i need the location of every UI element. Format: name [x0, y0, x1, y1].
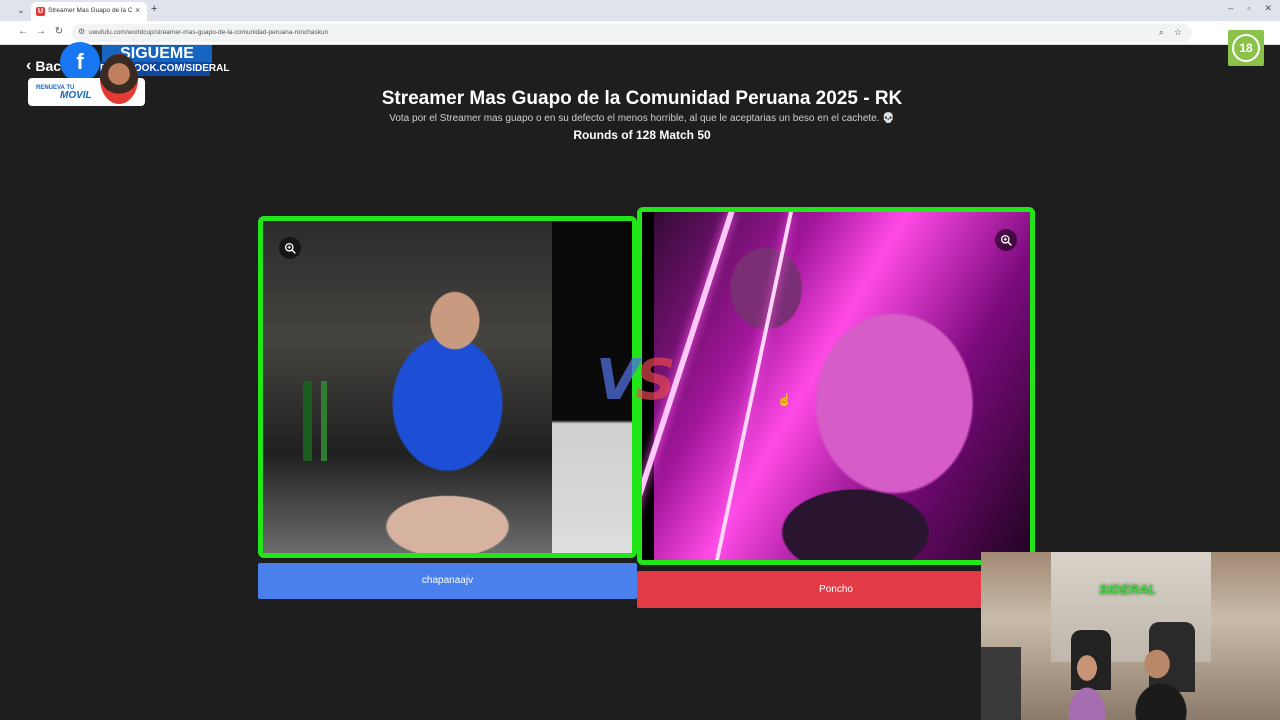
- close-window-icon[interactable]: ✕: [1264, 3, 1272, 14]
- vote-button-left[interactable]: chapanaajv: [258, 563, 637, 599]
- candidate-photo-left[interactable]: [263, 221, 632, 553]
- window-controls: – ▫ ✕: [1228, 3, 1272, 14]
- versus-label: VS: [596, 348, 676, 413]
- url-actions: ⌕ ☆: [1159, 27, 1182, 38]
- photo-neon-light: [715, 212, 793, 560]
- back-arrow-icon[interactable]: ←: [16, 26, 30, 37]
- tab-search-icon[interactable]: ⌄: [14, 4, 28, 17]
- zoom-page-icon[interactable]: ⌕: [1159, 27, 1164, 38]
- age-rating-text: 18: [1232, 34, 1260, 62]
- webcam-overlay: SIDERAL: [981, 552, 1280, 720]
- candidate-card-left[interactable]: [258, 216, 637, 558]
- reload-icon[interactable]: ↻: [52, 26, 66, 37]
- versus-s: S: [635, 348, 675, 413]
- candidate-photo-right[interactable]: [642, 212, 1030, 560]
- tab-close-icon[interactable]: ×: [135, 5, 140, 15]
- tab-title: Streamer Mas Guapo de la Co...: [48, 7, 132, 14]
- url-field[interactable]: ⚙ uwufufu.com/worldcup/streamer-mas-guap…: [72, 24, 1192, 42]
- new-tab-icon[interactable]: +: [151, 3, 157, 15]
- bookmark-star-icon[interactable]: ☆: [1174, 27, 1182, 38]
- webcam-logo: SIDERAL: [1099, 582, 1157, 597]
- page-subtitle: Vota por el Streamer mas guapo o en su d…: [389, 113, 895, 124]
- webcam-door: [981, 647, 1021, 720]
- streamer-person: [1059, 652, 1115, 720]
- zoom-in-icon[interactable]: [279, 237, 301, 259]
- age-rating-badge: 18: [1228, 30, 1264, 66]
- site-info-icon[interactable]: ⚙: [78, 27, 85, 36]
- versus-v: V: [596, 348, 639, 413]
- mouse-cursor-icon: ☝: [777, 393, 792, 407]
- facebook-icon: f: [60, 42, 100, 82]
- url-text[interactable]: uwufufu.com/worldcup/streamer-mas-guapo-…: [89, 29, 328, 36]
- page-title: Streamer Mas Guapo de la Comunidad Perua…: [381, 88, 903, 109]
- vote-button-right[interactable]: Poncho: [637, 571, 1035, 608]
- restore-icon[interactable]: ▫: [1247, 3, 1250, 14]
- favicon-icon: U: [36, 7, 45, 16]
- browser-tab-bar: ⌄ U Streamer Mas Guapo de la Co... × + –…: [0, 0, 1280, 21]
- candidate-card-right[interactable]: [637, 207, 1035, 565]
- streamer-person: [1121, 644, 1201, 720]
- photo-bottles: [303, 381, 333, 461]
- forward-arrow-icon[interactable]: →: [34, 26, 48, 37]
- minimize-icon[interactable]: –: [1228, 3, 1233, 14]
- browser-tab[interactable]: U Streamer Mas Guapo de la Co... ×: [31, 2, 147, 21]
- round-indicator: Rounds of 128 Match 50: [573, 128, 711, 142]
- zoom-in-icon[interactable]: [995, 229, 1017, 251]
